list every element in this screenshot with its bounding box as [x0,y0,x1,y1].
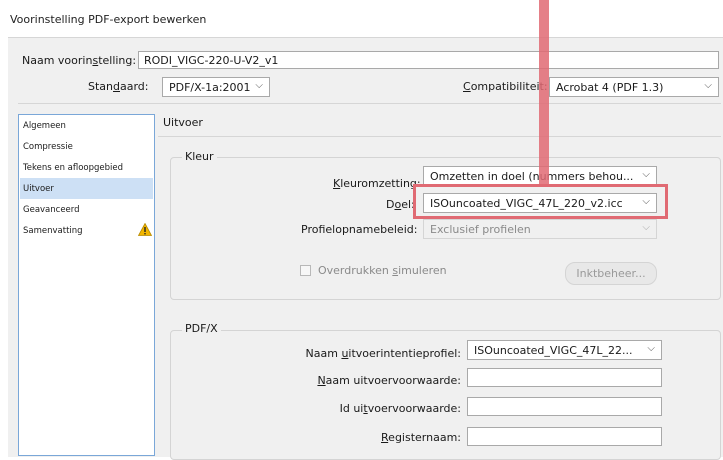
sidebar-item-samenvatting[interactable]: Samenvatting [20,220,153,241]
warning-icon [138,223,152,236]
sidebar-item-tekens[interactable]: Tekens en afloopgebied [20,157,153,178]
overprint-checkbox[interactable] [300,265,311,276]
highlight-box [413,184,668,219]
destination-label: Doel: [386,198,415,211]
compat-select[interactable]: Acrobat 4 (PDF 1.3) ⌵ [549,77,719,97]
chevron-down-icon: ⌵ [642,169,650,180]
separator [18,103,721,104]
condition-id-label: Id uitvoervoorwaarde: [339,402,461,415]
compat-select-value: Acrobat 4 (PDF 1.3) [556,81,664,94]
preset-name-input[interactable]: RODI_VIGC-220-U-V2_v1 [138,51,719,69]
profile-policy-value: Exclusief profielen [430,223,531,236]
output-intent-select[interactable]: ISOuncoated_VIGC_47L_22... ⌵ [467,340,662,360]
compat-label: Compatibiliteit: [463,80,548,93]
overprint-label: Overdrukken simuleren [318,264,447,277]
color-group-title: Kleur [182,150,217,163]
title-bar: Voorinstelling PDF-export bewerken [0,0,723,36]
condition-name-input[interactable] [467,368,662,387]
sidebar-item-compressie[interactable]: Compressie [20,136,153,157]
standard-select[interactable]: PDF/X-1a:2001 ⌵ [162,77,270,97]
ink-manager-button[interactable]: Inktbeheer... [565,262,657,285]
standard-select-value: PDF/X-1a:2001 [169,81,251,94]
standard-label: Standaard: [88,80,149,93]
output-intent-value: ISOuncoated_VIGC_47L_22... [474,344,633,357]
registry-name-input[interactable] [467,427,662,446]
pdfx-group-title: PDF/X [182,322,221,335]
panel-heading: Uitvoer [163,116,203,129]
sidebar-item-geavanceerd[interactable]: Geavanceerd [20,199,153,220]
output-intent-label: Naam uitvoerintentieprofiel: [305,347,461,360]
highlight-arrow-bar [539,0,549,186]
profile-policy-label: Profielopnamebeleid: [301,223,418,236]
condition-id-input[interactable] [467,397,662,416]
condition-name-label: Naam uitvoervoorwaarde: [317,374,461,387]
profile-policy-select[interactable]: Exclusief profielen ⌵ [423,219,657,239]
preset-name-label: Naam voorinstelling: [22,54,137,67]
sidebar-item-uitvoer[interactable]: Uitvoer [20,178,153,199]
chevron-down-icon: ⌵ [704,80,712,91]
sidebar-item-algemeen[interactable]: Algemeen [20,115,153,136]
registry-name-label: Registernaam: [381,431,461,444]
chevron-down-icon: ⌵ [642,222,650,233]
category-list: Algemeen Compressie Tekens en afloopgebi… [18,114,155,456]
chevron-down-icon: ⌵ [255,80,263,91]
chevron-down-icon: ⌵ [647,343,655,354]
color-conversion-value: Omzetten in doel (nummers behou... [430,170,634,183]
panel-heading-rule [158,136,721,137]
color-conversion-label: Kleuromzetting: [333,177,421,190]
window-title: Voorinstelling PDF-export bewerken [10,13,207,26]
